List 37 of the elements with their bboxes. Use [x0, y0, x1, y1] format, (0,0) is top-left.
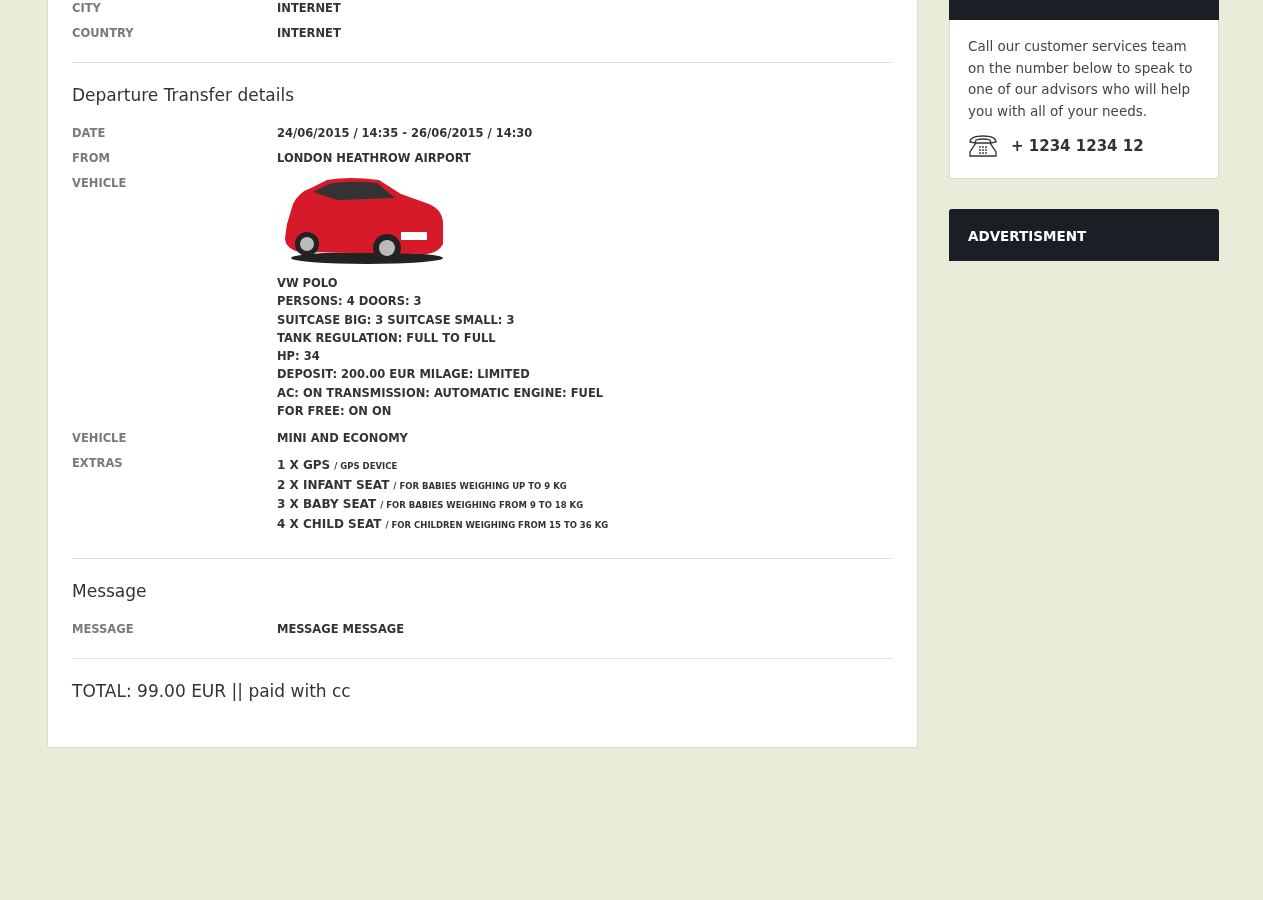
field-value: INTERNET — [277, 26, 341, 40]
extra-note: / FOR BABIES WEIGHING FROM 9 TO 18 KG — [380, 499, 584, 513]
section-title: Departure Transfer details — [72, 85, 296, 105]
extra-name: 2 X INFANT SEAT — [277, 476, 390, 494]
advertisement-header: ADVERTISMENT — [949, 209, 1219, 261]
vehicle-spec: TANK REGULATION: FULL TO FULL — [277, 329, 497, 347]
section-title: Message — [72, 581, 148, 602]
vehicle-spec: DEPOSIT: 200.00 EUR MILAGE: LIMITED — [277, 366, 531, 384]
field-label: DATE — [72, 126, 107, 140]
total-price: TOTAL: 99.00 EUR || paid with cc — [72, 681, 352, 702]
extra-note: / FOR BABIES WEIGHING UP TO 9 KG — [393, 479, 567, 493]
vehicle-spec: PERSONS: 4 DOORS: 3 — [277, 293, 423, 311]
field-value: MESSAGE MESSAGE — [277, 622, 405, 637]
vehicle-spec: VW POLO — [277, 275, 339, 292]
extra-note: / GPS DEVICE — [334, 460, 398, 474]
extra-name: 4 X CHILD SEAT — [277, 515, 382, 533]
phone-number: + 1234 1234 12 — [1011, 137, 1144, 155]
field-value: MINI AND ECONOMY — [277, 431, 408, 446]
extra-note: / FOR CHILDREN WEIGHING FROM 15 TO 36 KG — [385, 518, 609, 532]
help-text: Call our customer services team on the number below to speak to one of our advisors who will help you with all of your needs. — [968, 37, 1194, 121]
telephone-icon — [968, 134, 998, 158]
extra-name: 3 X BABY SEAT — [277, 496, 377, 514]
field-label: EXTRAS — [72, 456, 124, 473]
vehicle-spec: HP: 34 — [277, 348, 321, 366]
field-value: INTERNET — [277, 1, 341, 15]
field-label: VEHICLE — [72, 176, 128, 192]
extra-name: 1 X GPS — [277, 457, 331, 475]
vehicle-spec: AC: ON TRANSMISSION: AUTOMATIC ENGINE: FUEL — [277, 384, 604, 402]
vehicle-spec: SUITCASE BIG: 3 SUITCASE SMALL: 3 — [277, 311, 516, 329]
vehicle-spec: FOR FREE: ON ON — [277, 403, 393, 421]
field-label: MESSAGE — [72, 622, 135, 637]
field-label: CITY — [72, 1, 102, 15]
field-value: LONDON HEATHROW AIRPORT — [277, 151, 471, 165]
field-label: FROM — [72, 151, 111, 165]
field-label: VEHICLE — [72, 431, 128, 446]
field-label: COUNTRY — [72, 26, 135, 40]
field-value: 24/06/2015 / 14:35 - 26/06/2015 / 14:30 — [277, 126, 533, 140]
